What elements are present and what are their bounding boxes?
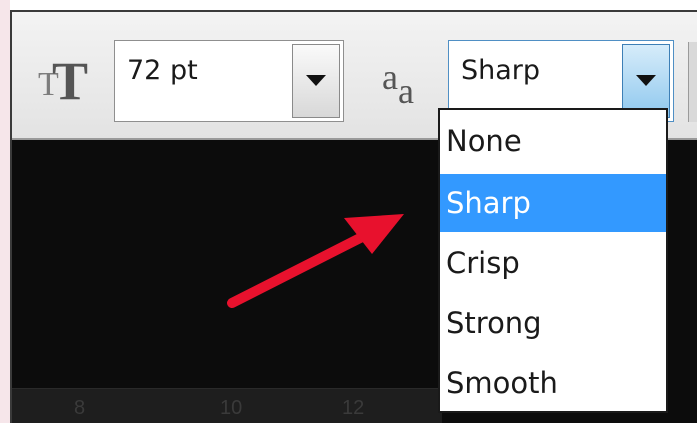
anti-alias-dropdown-list: None Sharp Crisp Strong Smooth <box>438 108 668 413</box>
font-size-icon: TT <box>38 51 89 111</box>
font-size-value[interactable]: 72 pt <box>127 55 198 86</box>
font-size-combo[interactable]: 72 pt <box>114 40 344 122</box>
ruler-label: 10 <box>220 397 243 419</box>
dropdown-option-crisp[interactable]: Crisp <box>440 234 666 292</box>
ruler: 8 10 12 <box>12 388 442 423</box>
ruler-label: 12 <box>342 397 365 419</box>
ruler-label: 8 <box>74 397 86 419</box>
left-margin <box>0 0 10 423</box>
chevron-down-icon <box>306 75 326 86</box>
dropdown-option-sharp[interactable]: Sharp <box>440 174 666 232</box>
next-control-edge <box>688 42 697 122</box>
font-size-dropdown-button[interactable] <box>292 44 340 118</box>
dropdown-option-smooth[interactable]: Smooth <box>440 354 666 412</box>
chevron-down-icon <box>636 75 656 86</box>
dropdown-option-strong[interactable]: Strong <box>440 294 666 352</box>
anti-alias-dropdown-button[interactable] <box>622 44 670 118</box>
anti-alias-icon: aa <box>382 57 414 111</box>
anti-alias-value[interactable]: Sharp <box>461 55 540 86</box>
dropdown-option-none[interactable]: None <box>440 112 666 170</box>
